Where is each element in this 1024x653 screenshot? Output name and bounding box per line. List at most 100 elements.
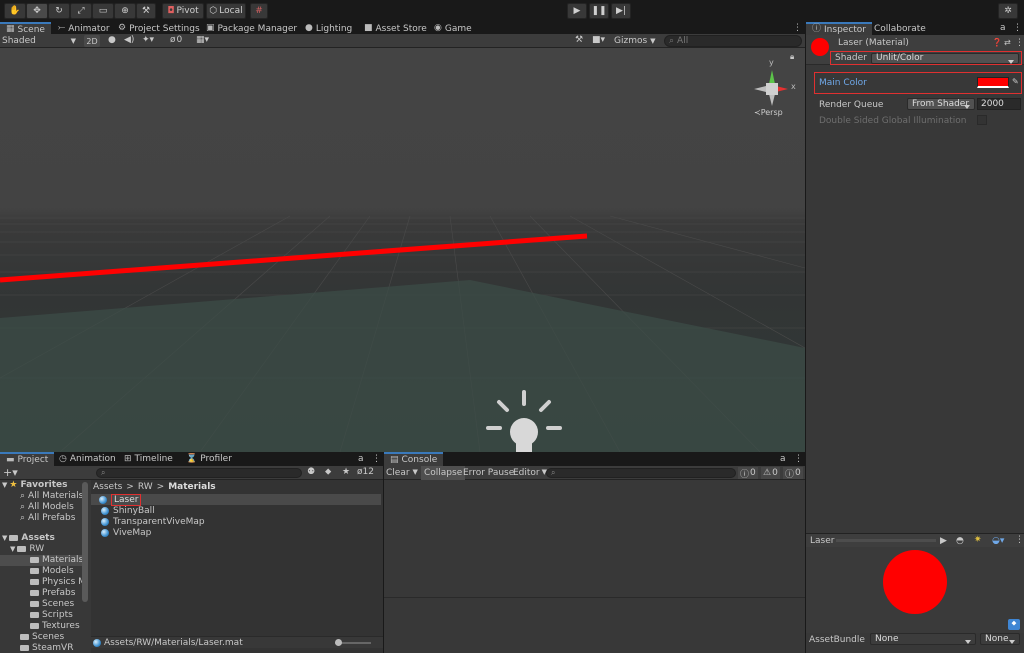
preview-light-icon[interactable]: ✷ — [974, 535, 982, 545]
lock-icon[interactable]: 🔒︎ — [790, 52, 794, 62]
perspective-toggle[interactable]: ≺Persp — [754, 108, 783, 117]
steamvr-folder[interactable]: SteamVR — [20, 643, 73, 653]
rw-folder[interactable]: ▼ RW — [10, 544, 44, 554]
local-toggle[interactable]: ⬡ Local — [206, 3, 246, 19]
preview-settings-icon[interactable]: ◒▾ — [992, 536, 1004, 546]
effects-toggle-icon[interactable]: ✦▾ — [142, 35, 154, 45]
material-menu-icon[interactable]: ⋮ — [1015, 38, 1024, 48]
scene-menu-icon[interactable]: ⋮ — [793, 23, 802, 33]
presets-icon[interactable]: ⇄ — [1004, 38, 1011, 47]
asset-bundle-variant-dropdown[interactable]: None — [980, 633, 1020, 645]
favorites-item[interactable]: ⌕ All Models — [20, 502, 74, 512]
console-log-list[interactable] — [384, 480, 805, 598]
clear-button[interactable]: Clear ▼ — [386, 468, 418, 478]
favorites-item[interactable]: ⌕ All Prefabs — [20, 513, 75, 523]
custom-tool-icon[interactable]: ⚒ — [136, 3, 156, 19]
preview-play-icon[interactable]: ▶ — [940, 536, 947, 546]
main-color-swatch[interactable] — [977, 77, 1009, 88]
hand-tool-icon[interactable]: ✋ — [4, 3, 26, 19]
shader-dropdown[interactable]: Unlit/Color — [871, 52, 1019, 64]
hidden-objects-toggle[interactable]: ø0 — [170, 35, 182, 45]
tab-console[interactable]: ▤ Console — [384, 452, 444, 466]
scenes-folder[interactable]: Scenes — [20, 632, 64, 642]
console-lock-icon[interactable]: a — [780, 454, 786, 464]
eyedropper-icon[interactable]: ✎ — [1012, 77, 1019, 86]
inspector-lock-icon[interactable]: a — [1000, 23, 1006, 33]
folder-tree-scrollbar[interactable] — [82, 482, 88, 602]
project-menu-icon[interactable]: ⋮ — [372, 454, 381, 464]
icon-size-slider-thumb[interactable] — [335, 639, 342, 646]
scale-tool-icon[interactable]: ⤢ — [70, 3, 92, 19]
asset-bundle-dropdown[interactable]: None — [870, 633, 976, 645]
double-sided-gi-checkbox[interactable] — [977, 115, 987, 125]
tab-inspector[interactable]: ⓘ Inspector — [806, 22, 872, 35]
preview-menu-icon[interactable]: ⋮ — [1015, 535, 1024, 545]
project-lock-icon[interactable]: a — [358, 454, 364, 464]
rw-subfolder[interactable]: Physics M — [30, 577, 86, 587]
rotate-tool-icon[interactable]: ↻ — [48, 3, 70, 19]
scene-search-input[interactable]: ⌕ All — [664, 35, 802, 47]
error-count-toggle[interactable]: ⓘ 0 — [738, 467, 758, 480]
breadcrumb-item[interactable]: RW — [138, 482, 153, 492]
file-item-selected[interactable]: Laser — [99, 494, 142, 506]
settings-icon[interactable]: ✲ — [998, 3, 1018, 19]
breadcrumb-item[interactable]: Assets — [93, 482, 122, 492]
orientation-gizmo[interactable]: y x — [748, 58, 800, 114]
step-button[interactable]: ▶| — [611, 3, 631, 19]
rw-subfolder[interactable]: Materials — [30, 555, 83, 565]
error-pause-toggle[interactable]: Error Pause — [463, 468, 514, 478]
hidden-packages-toggle[interactable]: ø 12 — [357, 467, 374, 477]
assets-folder[interactable]: ▼ Assets — [2, 533, 55, 543]
audio-toggle-icon[interactable]: ◀) — [124, 35, 134, 45]
toggle-2d-button[interactable]: 2D — [84, 35, 100, 47]
file-item[interactable]: ShinyBall — [101, 506, 155, 516]
gizmos-dropdown[interactable]: Gizmos ▼ — [614, 34, 660, 48]
preview-drag-bar[interactable] — [836, 539, 936, 542]
grid-toggle-icon[interactable]: ▦▾ — [196, 35, 209, 45]
file-item[interactable]: ViveMap — [101, 528, 151, 538]
render-queue-dropdown[interactable]: From Shader — [907, 98, 975, 110]
light-gizmo-icon[interactable] — [486, 388, 566, 452]
search-by-label-icon[interactable]: ⬥ — [325, 467, 331, 477]
console-search-input[interactable]: ⌕ — [546, 468, 736, 478]
tab-project[interactable]: ▬ Project — [0, 452, 55, 466]
rect-tool-icon[interactable]: ▭ — [92, 3, 114, 19]
rw-subfolder[interactable]: Textures — [30, 621, 80, 631]
play-button[interactable]: ▶ — [567, 3, 587, 19]
breadcrumb-item[interactable]: Materials — [168, 482, 215, 492]
search-by-type-icon[interactable]: ⚉ — [307, 467, 315, 477]
move-tool-icon[interactable]: ✥ — [26, 3, 48, 19]
pivot-toggle[interactable]: ◘ Pivot — [162, 3, 204, 19]
lighting-toggle-icon[interactable]: ● — [108, 35, 116, 45]
console-menu-icon[interactable]: ⋮ — [794, 454, 803, 464]
favorite-star-icon[interactable]: ★ — [342, 467, 350, 477]
favorites-item[interactable]: ⌕ All Materials — [20, 491, 83, 501]
file-item[interactable]: TransparentViveMap — [101, 517, 205, 527]
tools-icon[interactable]: ⚒ — [575, 35, 583, 45]
tab-profiler[interactable]: ⌛ Profiler — [180, 452, 238, 466]
console-detail-area[interactable] — [384, 599, 805, 653]
rw-subfolder[interactable]: Scenes — [30, 599, 74, 609]
project-search-input[interactable]: ⌕ — [96, 468, 302, 478]
create-add-icon[interactable]: +▾ — [3, 466, 18, 479]
asset-label-icon[interactable]: ⬥ — [1008, 619, 1020, 630]
favorites-header[interactable]: ▼ ★ Favorites — [2, 480, 68, 490]
rw-subfolder[interactable]: Scripts — [30, 610, 73, 620]
preview-area[interactable]: ⬥ — [806, 547, 1024, 633]
scene-viewport[interactable]: y x ≺Persp 🔒︎ — [0, 48, 805, 452]
editor-dropdown[interactable]: Editor ▼ — [513, 468, 547, 478]
rw-subfolder[interactable]: Prefabs — [30, 588, 75, 598]
tab-timeline[interactable]: ⊞ Timeline — [118, 452, 179, 466]
camera-icon[interactable]: ■▾ — [592, 35, 605, 45]
rw-subfolder[interactable]: Models — [30, 566, 74, 576]
help-icon[interactable]: ❓ — [992, 38, 1002, 47]
log-count-toggle[interactable]: ⓘ 0 — [783, 467, 803, 480]
grid-snap-icon[interactable]: # — [250, 3, 268, 19]
pause-button[interactable]: ❚❚ — [589, 3, 609, 19]
preview-sphere-icon[interactable]: ◓ — [956, 536, 964, 546]
tab-animation[interactable]: ◷ Animation — [53, 452, 122, 466]
transform-tool-icon[interactable]: ⊕ — [114, 3, 136, 19]
shading-mode-dropdown[interactable]: Shaded ▼ — [0, 34, 80, 48]
inspector-menu-icon[interactable]: ⋮ — [1013, 23, 1022, 33]
warning-count-toggle[interactable]: ⚠ 0 — [761, 467, 780, 479]
